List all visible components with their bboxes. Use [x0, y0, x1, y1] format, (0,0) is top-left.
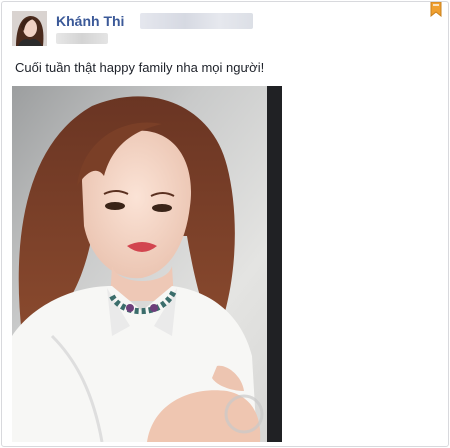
bookmark-ribbon-icon[interactable]	[430, 1, 442, 18]
blurred-name-text	[140, 13, 253, 29]
post-photo[interactable]	[12, 86, 282, 442]
avatar[interactable]	[12, 11, 47, 46]
post-message: Cuối tuần thật happy family nha mọi ngườ…	[15, 60, 265, 75]
post-card: Khánh Thi Cuối tuần thật happy family nh…	[1, 1, 449, 447]
author-name-link[interactable]: Khánh Thi	[56, 13, 124, 29]
blurred-timestamp	[56, 33, 108, 44]
profile-photo	[12, 11, 47, 46]
